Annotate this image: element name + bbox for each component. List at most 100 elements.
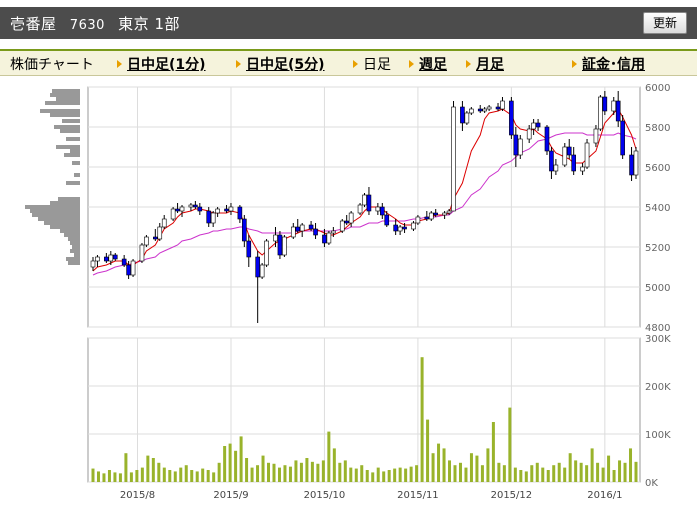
volume-bar (107, 470, 111, 482)
candle-body (224, 208, 229, 212)
candle-body (482, 108, 487, 112)
volume-bar (173, 471, 177, 482)
profile-bar (56, 145, 80, 149)
volume-bar (546, 470, 550, 482)
volume-bar (228, 443, 232, 482)
candle-body (611, 100, 617, 112)
candle-body (393, 224, 398, 232)
volume-bar (519, 470, 523, 482)
volume-bar (321, 460, 325, 482)
volume-bar (316, 463, 320, 482)
candle-body (415, 216, 421, 224)
candle-body (566, 146, 572, 156)
price-tick-label: 5200 (645, 243, 670, 254)
candle-body (95, 256, 100, 262)
candle-body (339, 220, 345, 232)
volume-bar (382, 471, 386, 482)
volume-bar (502, 465, 506, 482)
volume-bar (261, 455, 265, 482)
profile-bar (50, 201, 80, 205)
candle-body (460, 106, 465, 124)
volume-bar (596, 462, 600, 482)
volume-bar (91, 468, 95, 482)
profile-bar (70, 149, 80, 153)
candle-body (411, 222, 416, 230)
volume-bar (453, 465, 457, 482)
candle-body (108, 254, 114, 262)
volume-bar (590, 448, 594, 482)
candle-body (144, 236, 149, 246)
candle-body (344, 220, 349, 224)
price-axis-labels: 6000 5800 5600 5400 5200 5000 4800 (645, 83, 670, 334)
candle-body (442, 212, 447, 216)
volume-bar (354, 468, 358, 482)
volume-bar (234, 450, 238, 482)
profile-bar (66, 137, 80, 141)
volume-bar (448, 460, 452, 482)
candle-body (121, 258, 127, 266)
profile-bar (68, 261, 80, 265)
profile-bar (68, 237, 80, 241)
candle-body (170, 208, 176, 220)
price-tick-label: 5000 (645, 283, 670, 294)
candle-body (206, 210, 212, 224)
candle-body (242, 218, 247, 242)
volume-bar (574, 460, 578, 482)
profile-bar (64, 233, 80, 237)
profile-bar (62, 119, 80, 123)
candle-body (161, 218, 167, 228)
volume-bar (431, 453, 435, 482)
volume-bar (508, 407, 512, 482)
candle-body (593, 128, 599, 144)
candle-body (584, 142, 590, 168)
candle-body (509, 100, 514, 136)
profile-bar (50, 225, 80, 229)
candle-body (139, 244, 145, 262)
volume-bar (458, 462, 462, 482)
volume-bar (113, 472, 117, 482)
volume-bar (288, 466, 292, 482)
candle-body (598, 96, 603, 130)
volume-bar (469, 453, 473, 482)
volume-bar (530, 465, 534, 482)
candle-body (348, 212, 354, 224)
price-tick-label: 5400 (645, 203, 670, 214)
volume-bar (629, 448, 633, 482)
profile-bar (52, 89, 80, 93)
candle-body (295, 226, 301, 232)
volume-bar (349, 467, 353, 482)
volume-bar (146, 455, 150, 482)
candle-body (446, 210, 452, 214)
candle-body (433, 212, 439, 216)
volume-bar (195, 471, 199, 482)
volume-bar (464, 467, 468, 482)
volume-bar (184, 465, 188, 482)
profile-bar (72, 245, 80, 249)
candle-body (553, 164, 559, 172)
price-tick-label: 4800 (645, 323, 670, 334)
candle-body (517, 138, 523, 156)
volume-bar (267, 462, 271, 482)
volume-profile (25, 89, 80, 265)
volume-tick-label: 200K (645, 382, 671, 393)
volume-bar (541, 467, 545, 482)
date-axis-labels: 2015/8 2015/9 2015/10 2015/11 2015/12 2016/1 (120, 490, 623, 501)
volume-bar (618, 460, 622, 482)
candle-body (130, 260, 136, 276)
candle-body (237, 206, 243, 220)
volume-bar (223, 446, 227, 482)
date-tick-label: 2016/1 (587, 490, 622, 501)
candle-body (580, 166, 585, 172)
candle-body (313, 228, 318, 236)
profile-bar (74, 173, 80, 177)
candle-body (464, 112, 470, 124)
volume-bar (415, 465, 419, 482)
volume-tick-label: 100K (645, 430, 671, 441)
volume-bar (256, 465, 260, 482)
candle-body (535, 122, 541, 128)
volume-tick-label: 0K (645, 478, 658, 489)
date-tick-label: 2015/12 (491, 490, 533, 501)
candle-body (179, 206, 185, 212)
candle-body (384, 214, 390, 226)
volume-bar (277, 467, 281, 482)
